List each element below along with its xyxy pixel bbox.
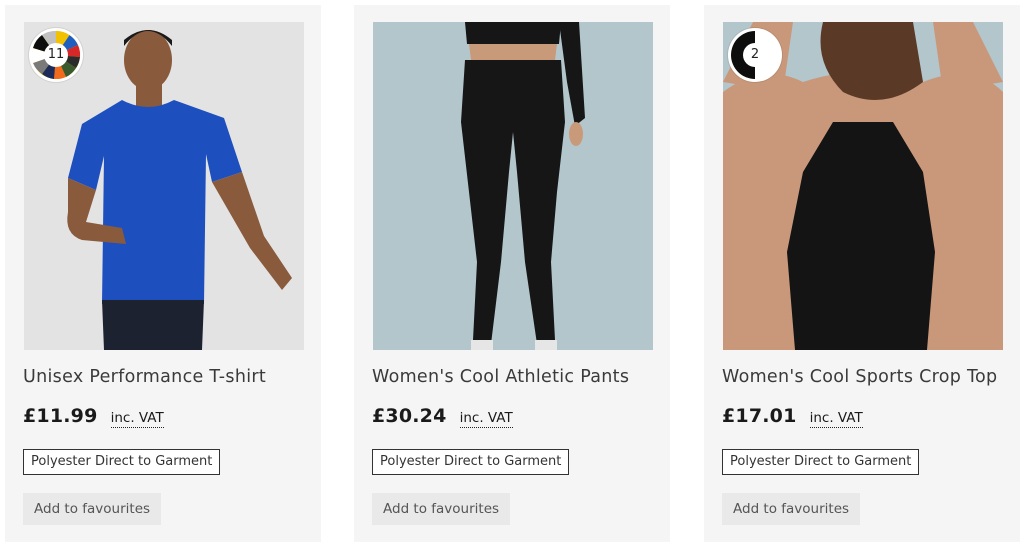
product-grid: 11 Unisex Performance T-shirt £11.99 inc… [0, 0, 1024, 550]
product-card[interactable]: 2 Women's Cool Sports Crop Top £17.01 in… [704, 5, 1020, 542]
product-card[interactable]: 11 Unisex Performance T-shirt £11.99 inc… [5, 5, 321, 542]
product-image[interactable]: 11 [24, 22, 304, 350]
price-row: £11.99 inc. VAT [23, 405, 164, 428]
product-price: £17.01 [722, 405, 797, 427]
product-price: £30.24 [372, 405, 447, 427]
print-method-badge: Polyester Direct to Garment [722, 449, 920, 475]
print-method-badge: Polyester Direct to Garment [23, 449, 221, 475]
product-title[interactable]: Unisex Performance T-shirt [23, 367, 266, 387]
product-title[interactable]: Women's Cool Sports Crop Top [722, 367, 997, 387]
vat-label[interactable]: inc. VAT [110, 410, 164, 428]
vat-label[interactable]: inc. VAT [809, 410, 863, 428]
add-to-favourites-button[interactable]: Add to favourites [722, 493, 861, 525]
product-title[interactable]: Women's Cool Athletic Pants [372, 367, 629, 387]
product-price: £11.99 [23, 405, 98, 427]
swatch-count: 2 [750, 47, 760, 62]
price-row: £30.24 inc. VAT [372, 405, 513, 428]
price-row: £17.01 inc. VAT [722, 405, 863, 428]
product-image[interactable]: 2 [723, 22, 1003, 350]
add-to-favourites-button[interactable]: Add to favourites [372, 493, 511, 525]
add-to-favourites-button[interactable]: Add to favourites [23, 493, 162, 525]
print-method-badge: Polyester Direct to Garment [372, 449, 570, 475]
vat-label[interactable]: inc. VAT [459, 410, 513, 428]
product-image[interactable] [373, 22, 653, 350]
product-card[interactable]: Women's Cool Athletic Pants £30.24 inc. … [354, 5, 670, 542]
color-swatch-wheel[interactable]: 11 [29, 28, 83, 82]
swatch-count: 11 [47, 47, 65, 62]
product-photo-pants [373, 22, 653, 350]
color-swatch-wheel[interactable]: 2 [728, 28, 782, 82]
